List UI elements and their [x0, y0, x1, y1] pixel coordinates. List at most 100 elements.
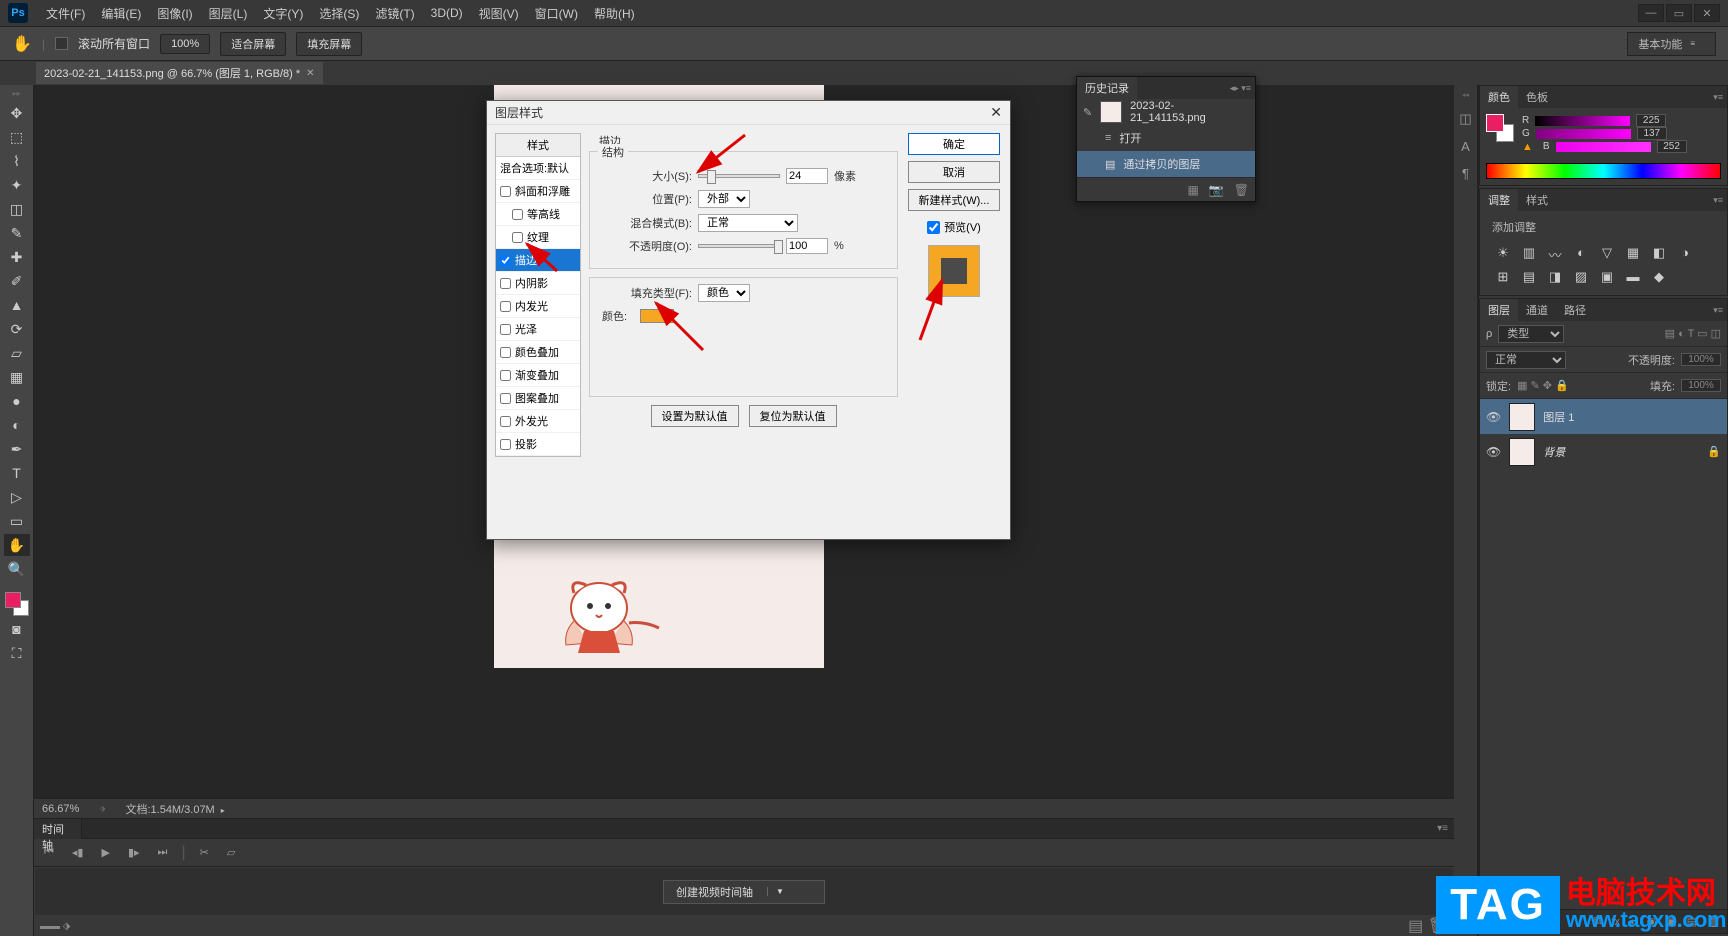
vibrance-icon[interactable]: ▽	[1598, 245, 1616, 261]
marquee-tool[interactable]: ⬚	[4, 126, 30, 148]
document-tab[interactable]: 2023-02-21_141153.png @ 66.7% (图层 1, RGB…	[36, 62, 323, 84]
exposure-icon[interactable]: ◐	[1572, 245, 1590, 261]
reset-default-button[interactable]: 复位为默认值	[749, 405, 837, 427]
size-input[interactable]	[786, 168, 828, 184]
g-input[interactable]	[1637, 127, 1667, 140]
move-tool[interactable]: ✥	[4, 102, 30, 124]
type-tool[interactable]: T	[4, 462, 30, 484]
visibility-icon[interactable]: 👁	[1486, 410, 1501, 424]
b-input[interactable]	[1657, 140, 1687, 153]
minimize-button[interactable]: —	[1638, 4, 1664, 22]
channels-tab[interactable]: 通道	[1518, 299, 1556, 321]
brush-tool[interactable]: ✐	[4, 270, 30, 292]
gradient-map-icon[interactable]: ▬	[1624, 269, 1642, 285]
menu-image[interactable]: 图像(I)	[149, 5, 200, 22]
ok-button[interactable]: 确定	[908, 133, 1000, 155]
zoom-100-button[interactable]: 100%	[160, 34, 210, 54]
eyedropper-tool[interactable]: ✎	[4, 222, 30, 244]
zoom-status[interactable]: 66.67%	[42, 803, 79, 815]
g-slider[interactable]	[1536, 129, 1631, 139]
delete-history-icon[interactable]: 🗑	[1234, 183, 1249, 197]
style-checkbox[interactable]	[512, 232, 523, 243]
opacity-slider[interactable]	[698, 244, 780, 248]
style-row[interactable]: 内发光	[496, 295, 580, 318]
style-checkbox[interactable]	[500, 393, 511, 404]
style-row[interactable]: 描边	[496, 249, 580, 272]
style-checkbox[interactable]	[500, 347, 511, 358]
stroke-color-chip[interactable]	[640, 309, 674, 323]
shape-tool[interactable]: ▭	[4, 510, 30, 532]
heal-tool[interactable]: ✚	[4, 246, 30, 268]
menu-help[interactable]: 帮助(H)	[586, 5, 643, 22]
menu-3d[interactable]: 3D(D)	[423, 6, 471, 20]
menu-select[interactable]: 选择(S)	[311, 5, 367, 22]
panel-color-swatch[interactable]	[1486, 114, 1514, 142]
lasso-tool[interactable]: ⌇	[4, 150, 30, 172]
scroll-all-checkbox[interactable]	[55, 37, 68, 50]
style-list-header[interactable]: 样式	[496, 134, 580, 157]
zoom-tool[interactable]: 🔍	[4, 558, 30, 580]
fill-input[interactable]	[1681, 379, 1721, 392]
maximize-button[interactable]: ▭	[1666, 4, 1692, 22]
blending-options-row[interactable]: 混合选项:默认	[496, 157, 580, 180]
tl-transition-icon[interactable]: ▱	[223, 844, 239, 861]
gamut-warning-icon[interactable]: ▲	[1522, 141, 1533, 153]
tl-last-icon[interactable]: ⏭	[154, 844, 172, 861]
close-tab-icon[interactable]: ✕	[306, 68, 314, 79]
create-doc-icon[interactable]: ▦	[1187, 183, 1198, 197]
nav-panel-icon[interactable]: ◫	[1459, 111, 1471, 127]
close-button[interactable]: ✕	[1694, 4, 1720, 22]
new-style-button[interactable]: 新建样式(W)...	[908, 189, 1000, 211]
blend-mode-select[interactable]: 正常	[1486, 351, 1566, 369]
style-checkbox[interactable]	[500, 255, 511, 266]
position-select[interactable]: 外部	[698, 190, 750, 208]
selective-color-icon[interactable]: ◆	[1650, 269, 1668, 285]
history-tab[interactable]: 历史记录	[1077, 77, 1137, 99]
dialog-close-button[interactable]: ✕	[990, 104, 1002, 121]
style-checkbox[interactable]	[500, 439, 511, 450]
create-timeline-button[interactable]: 创建视频时间轴 ▼	[663, 880, 825, 904]
foreground-color[interactable]	[5, 592, 21, 608]
style-checkbox[interactable]	[500, 301, 511, 312]
style-row[interactable]: 外发光	[496, 410, 580, 433]
style-row[interactable]: 纹理	[496, 226, 580, 249]
opacity-input[interactable]	[1681, 353, 1721, 366]
menu-window[interactable]: 窗口(W)	[527, 5, 586, 22]
fill-screen-button[interactable]: 填充屏幕	[296, 32, 362, 56]
timeline-tab[interactable]: 时间轴	[34, 819, 82, 839]
swatches-tab[interactable]: 色板	[1518, 86, 1556, 108]
invert-icon[interactable]: ◨	[1546, 269, 1564, 285]
adjust-tab[interactable]: 调整	[1480, 189, 1518, 211]
lookup-icon[interactable]: ▤	[1520, 269, 1538, 285]
style-row[interactable]: 内阴影	[496, 272, 580, 295]
char-panel-icon[interactable]: A	[1461, 139, 1470, 154]
screenmode-tool[interactable]: ⛶	[4, 642, 30, 664]
set-default-button[interactable]: 设置为默认值	[651, 405, 739, 427]
panel-menu-icon[interactable]: ▾≡	[1713, 92, 1723, 103]
styles-tab[interactable]: 样式	[1518, 189, 1556, 211]
style-row[interactable]: 渐变叠加	[496, 364, 580, 387]
filltype-select[interactable]: 颜色	[698, 284, 750, 302]
posterize-icon[interactable]: ▨	[1572, 269, 1590, 285]
style-row[interactable]: 图案叠加	[496, 387, 580, 410]
menu-file[interactable]: 文件(F)	[38, 5, 93, 22]
style-row[interactable]: 颜色叠加	[496, 341, 580, 364]
r-input[interactable]	[1636, 114, 1666, 127]
tl-play-icon[interactable]: ▶	[97, 844, 113, 861]
color-swatches[interactable]	[5, 592, 29, 616]
hue-bar[interactable]	[1486, 163, 1721, 179]
layer-item[interactable]: 👁 图层 1	[1480, 399, 1727, 434]
style-checkbox[interactable]	[500, 278, 511, 289]
tl-prev-icon[interactable]: ◂▮	[68, 844, 88, 861]
style-checkbox[interactable]	[500, 186, 511, 197]
layers-tab[interactable]: 图层	[1480, 299, 1518, 321]
history-step[interactable]: ▤ 通过拷贝的图层	[1077, 151, 1255, 177]
menu-type[interactable]: 文字(Y)	[255, 5, 311, 22]
dodge-tool[interactable]: ◐	[4, 414, 30, 436]
history-step[interactable]: ≡ 打开	[1077, 125, 1255, 151]
snapshot-icon[interactable]: 📷	[1209, 183, 1224, 197]
levels-icon[interactable]: ▥	[1520, 245, 1538, 261]
hand-tool[interactable]: ✋	[4, 534, 30, 556]
channel-mixer-icon[interactable]: ⊞	[1494, 269, 1512, 285]
preview-checkbox[interactable]	[927, 221, 940, 234]
